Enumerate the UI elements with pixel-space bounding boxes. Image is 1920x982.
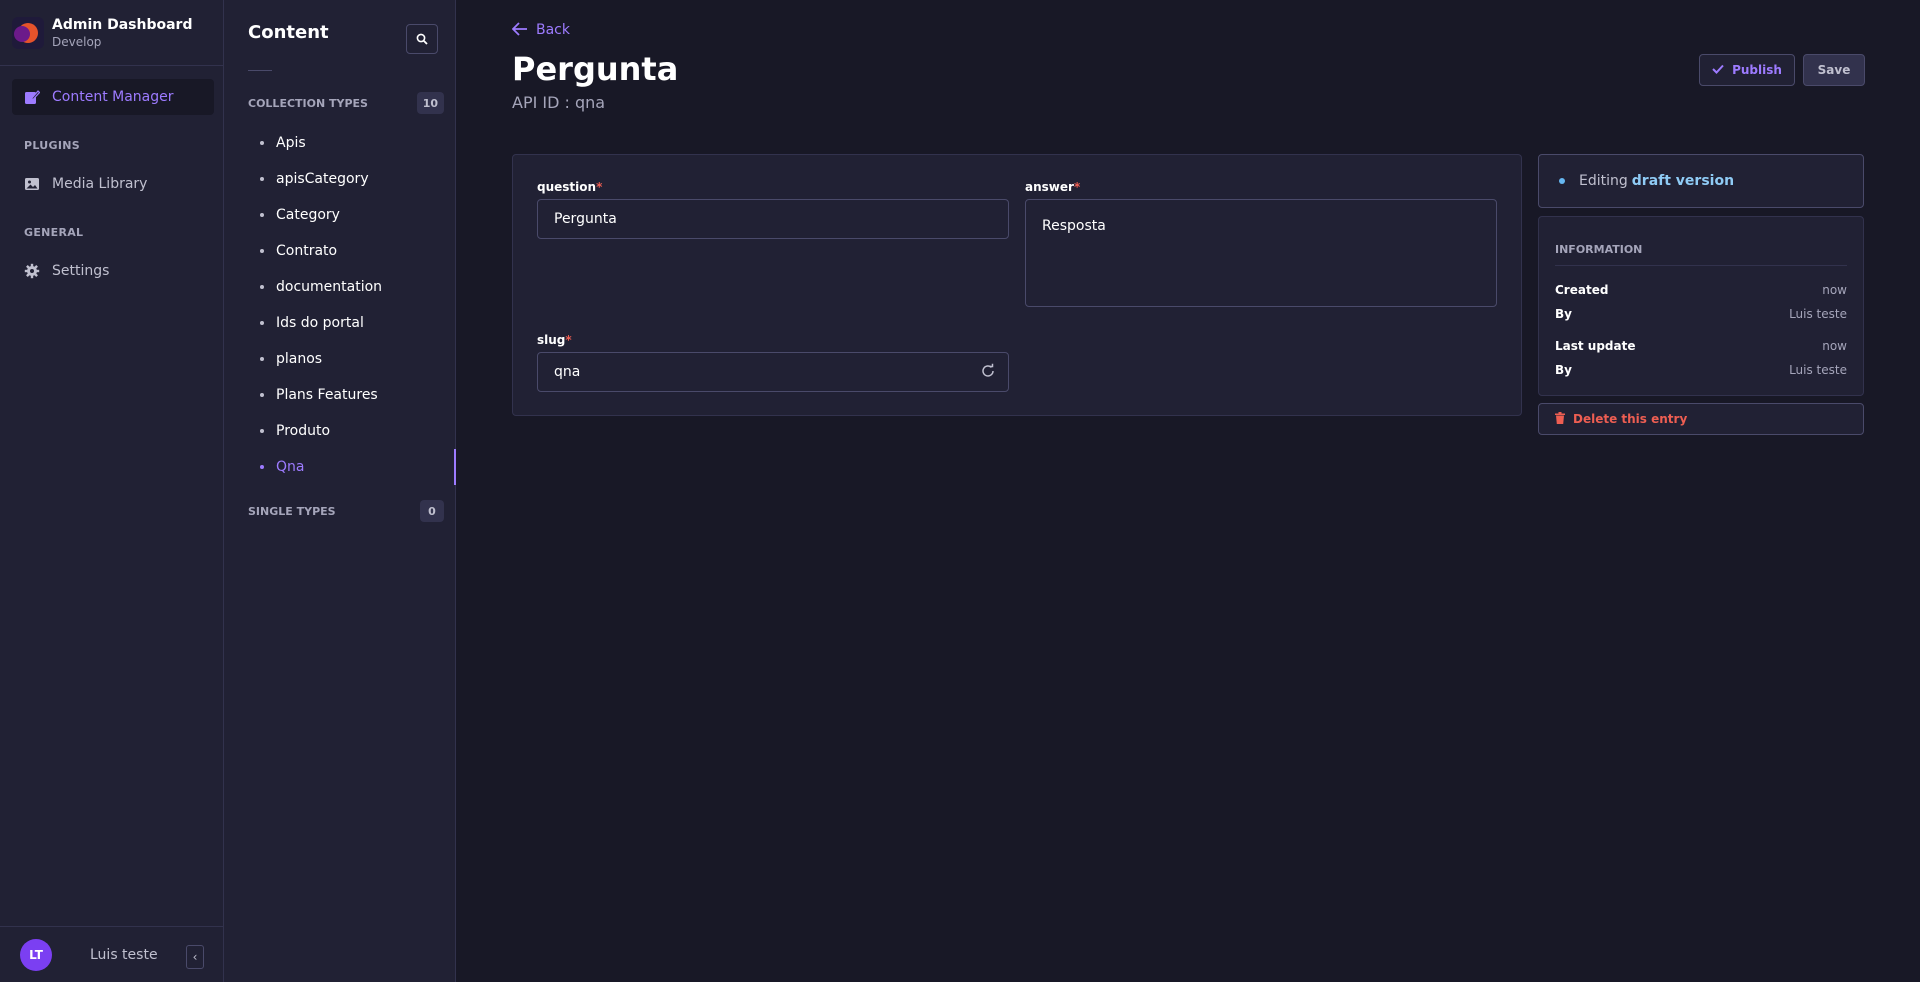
nav-item-content-manager[interactable]: Content Manager xyxy=(12,79,214,115)
collection-type-item-active[interactable]: Qna xyxy=(224,449,456,485)
nav-item-media-library[interactable]: Media Library xyxy=(12,166,214,202)
collapse-nav-button[interactable]: ‹ xyxy=(186,945,204,969)
collection-type-item[interactable]: Ids do portal xyxy=(224,305,455,341)
question-input[interactable]: Pergunta xyxy=(537,199,1009,239)
information-panel: INFORMATION Created now By Luis teste Last… xyxy=(1538,216,1864,396)
collection-type-item[interactable]: Contrato xyxy=(224,233,455,269)
collection-types-label: COLLECTION TYPES xyxy=(248,96,368,110)
editing-prefix: Editing xyxy=(1579,173,1628,189)
question-value: Pergunta xyxy=(554,211,617,227)
brand-title: Admin Dashboard xyxy=(52,16,193,33)
nav-section-general: GENERAL xyxy=(24,226,84,239)
publish-label: Publish xyxy=(1732,63,1782,77)
slug-value: qna xyxy=(554,364,581,380)
answer-label: answer* xyxy=(1025,180,1081,194)
avatar[interactable]: LT xyxy=(20,938,52,971)
gear-icon xyxy=(24,263,40,279)
answer-value: Resposta xyxy=(1042,218,1106,234)
collection-types-count: 10 xyxy=(416,92,444,114)
app-logo xyxy=(12,16,44,49)
slug-input[interactable]: qna xyxy=(537,352,1009,392)
collection-type-item[interactable]: apisCategory xyxy=(224,161,455,197)
media-library-icon xyxy=(24,176,40,192)
collection-type-item[interactable]: Plans Features xyxy=(224,377,455,413)
single-types-header[interactable]: SINGLE TYPES 0 xyxy=(248,500,444,522)
user-name[interactable]: Luis teste xyxy=(90,947,158,963)
refresh-icon[interactable] xyxy=(980,363,996,383)
single-types-label: SINGLE TYPES xyxy=(248,504,336,518)
api-id: API ID : qna xyxy=(512,93,606,112)
nav-label-settings: Settings xyxy=(52,263,110,279)
nav-item-settings[interactable]: Settings xyxy=(12,253,214,289)
collection-type-item[interactable]: Produto xyxy=(224,413,455,449)
edit-form: question* Pergunta answer* Resposta slug… xyxy=(512,154,1522,416)
info-row-last-update: Last update now xyxy=(1555,339,1847,353)
required-mark: * xyxy=(565,333,572,347)
single-types-count: 0 xyxy=(420,500,444,522)
chevron-left-icon: ‹ xyxy=(192,950,198,964)
content-subnav: Content COLLECTION TYPES 10 Apis apisCat… xyxy=(224,0,456,982)
draft-status: Editing draft version xyxy=(1538,154,1864,208)
publish-button[interactable]: Publish xyxy=(1699,54,1795,86)
status-dot-icon xyxy=(1559,178,1565,184)
nav-label-media-library: Media Library xyxy=(52,176,148,192)
answer-textarea[interactable]: Resposta xyxy=(1025,199,1497,307)
collection-type-item[interactable]: planos xyxy=(224,341,455,377)
delete-entry-button[interactable]: Delete this entry xyxy=(1538,403,1864,435)
check-icon xyxy=(1712,63,1724,77)
collection-types-list: Apis apisCategory Category Contrato docu… xyxy=(224,125,456,485)
page-title: Pergunta xyxy=(512,50,679,88)
information-divider xyxy=(1555,265,1847,266)
trash-icon xyxy=(1555,411,1565,427)
editing-status: draft version xyxy=(1631,173,1735,189)
delete-label: Delete this entry xyxy=(1573,412,1688,426)
info-row-created-by: By Luis teste xyxy=(1555,307,1847,321)
collection-type-item[interactable]: documentation xyxy=(224,269,455,305)
nav-section-plugins: PLUGINS xyxy=(24,139,80,152)
nav-label-content-manager: Content Manager xyxy=(52,89,174,105)
required-mark: * xyxy=(596,180,603,194)
back-link[interactable]: Back xyxy=(511,22,570,38)
subnav-title: Content xyxy=(248,22,329,43)
save-button[interactable]: Save xyxy=(1803,54,1865,86)
main-nav: Admin Dashboard Develop Content Manager … xyxy=(0,0,224,982)
brand-subtitle: Develop xyxy=(52,34,102,49)
search-icon xyxy=(416,30,428,49)
back-label: Back xyxy=(536,22,570,38)
required-mark: * xyxy=(1073,180,1081,194)
collection-type-item[interactable]: Apis xyxy=(224,125,455,161)
collection-type-item[interactable]: Category xyxy=(224,197,455,233)
collection-types-header[interactable]: COLLECTION TYPES 10 xyxy=(248,92,444,114)
subnav-divider xyxy=(248,70,272,71)
brand: Admin Dashboard Develop xyxy=(0,0,223,66)
information-title: INFORMATION xyxy=(1555,243,1643,256)
info-row-updated-by: By Luis teste xyxy=(1555,363,1847,377)
slug-label: slug* xyxy=(537,333,572,347)
arrow-left-icon xyxy=(511,22,528,38)
subnav-search-button[interactable] xyxy=(406,24,438,54)
user-footer: LT Luis teste ‹ xyxy=(0,926,224,982)
content-manager-icon xyxy=(24,89,40,105)
question-label: question* xyxy=(537,180,603,194)
info-row-created: Created now xyxy=(1555,283,1847,297)
